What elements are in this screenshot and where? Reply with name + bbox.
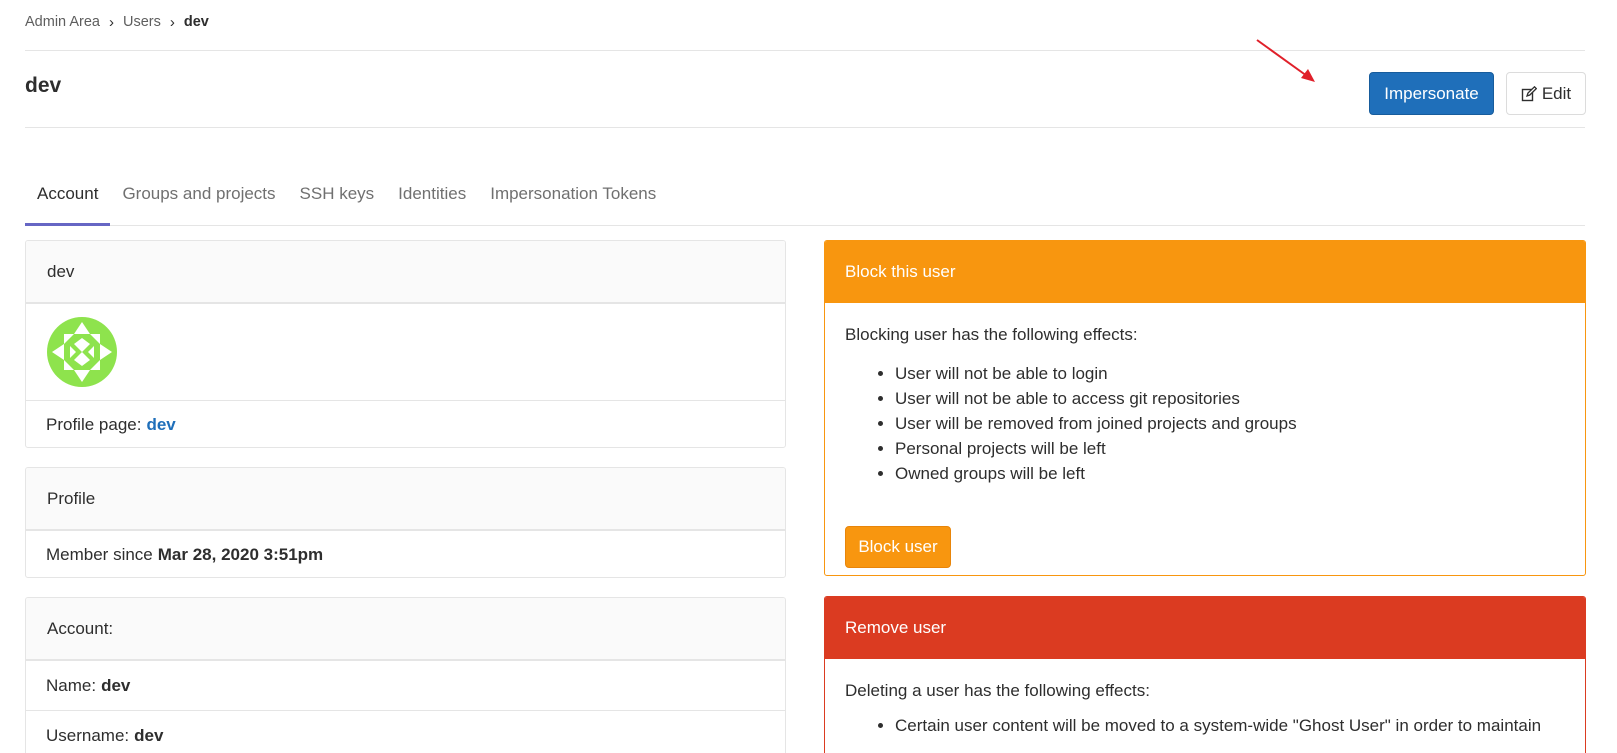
remove-user-body: Deleting a user has the following effect… <box>825 659 1585 738</box>
user-card-header: dev <box>26 241 785 303</box>
tab-identities[interactable]: Identities <box>386 176 478 226</box>
username-value: dev <box>134 726 164 745</box>
profile-card: Profile Member since Mar 28, 2020 3:51pm <box>25 467 786 578</box>
profile-page-label: Profile page: <box>46 415 142 434</box>
block-user-header: Block this user <box>825 241 1585 303</box>
member-since-value: Mar 28, 2020 3:51pm <box>157 545 324 564</box>
user-tabs: Account Groups and projects SSH keys Ide… <box>25 176 1585 226</box>
profile-page-link[interactable]: dev <box>146 415 175 435</box>
block-user-button[interactable]: Block user <box>845 526 951 568</box>
remove-user-intro: Deleting a user has the following effect… <box>845 681 1150 700</box>
tab-ssh-keys[interactable]: SSH keys <box>288 176 387 226</box>
user-card: dev Profile page: dev <box>25 240 786 448</box>
impersonate-button[interactable]: Impersonate <box>1369 72 1494 115</box>
block-user-body: Blocking user has the following effects:… <box>825 303 1585 568</box>
list-item: Personal projects will be left <box>895 436 1565 461</box>
breadcrumb: Admin Area › Users › dev <box>25 12 209 32</box>
avatar <box>47 317 117 387</box>
divider <box>25 127 1585 128</box>
avatar-row <box>26 303 785 400</box>
breadcrumb-users[interactable]: Users <box>123 14 161 30</box>
member-since-label: Member since <box>46 545 153 564</box>
name-value: dev <box>101 675 131 695</box>
breadcrumb-admin-area[interactable]: Admin Area <box>25 14 100 30</box>
remove-user-panel: Remove user Deleting a user has the foll… <box>824 596 1586 753</box>
remove-effects-list: Certain user content will be moved to a … <box>895 713 1565 738</box>
tab-account[interactable]: Account <box>25 176 111 226</box>
tab-impersonation-tokens[interactable]: Impersonation Tokens <box>478 176 668 226</box>
block-user-panel: Block this user Blocking user has the fo… <box>824 240 1586 576</box>
name-row: Name: dev <box>26 660 785 710</box>
breadcrumb-separator-icon: › <box>108 13 114 31</box>
member-since-row: Member since Mar 28, 2020 3:51pm <box>26 530 785 577</box>
block-effects-list: User will not be able to login User will… <box>895 361 1565 486</box>
list-item: User will not be able to access git repo… <box>895 386 1565 411</box>
list-item: Owned groups will be left <box>895 461 1565 486</box>
username-row: Username: dev <box>26 710 785 753</box>
account-card-header: Account: <box>26 598 785 660</box>
list-item: Certain user content will be moved to a … <box>895 713 1565 738</box>
divider <box>25 50 1585 51</box>
breadcrumb-current[interactable]: dev <box>184 14 209 30</box>
edit-button-label: Edit <box>1541 83 1572 103</box>
tab-groups-and-projects[interactable]: Groups and projects <box>110 176 287 226</box>
name-label: Name: <box>46 675 97 695</box>
profile-card-header: Profile <box>26 468 785 530</box>
remove-user-header: Remove user <box>825 597 1585 659</box>
list-item: User will be removed from joined project… <box>895 411 1565 436</box>
breadcrumb-separator-icon: › <box>169 13 175 31</box>
edit-button[interactable]: Edit <box>1506 72 1586 115</box>
annotation-arrow-icon <box>1256 39 1315 82</box>
edit-icon <box>1521 85 1537 101</box>
account-card: Account: Name: dev Username: dev <box>25 597 786 753</box>
profile-page-row: Profile page: dev <box>26 400 785 447</box>
page-title: dev <box>25 74 62 97</box>
username-label: Username: <box>46 726 130 745</box>
block-user-intro: Blocking user has the following effects: <box>845 325 1138 344</box>
list-item: User will not be able to login <box>895 361 1565 386</box>
